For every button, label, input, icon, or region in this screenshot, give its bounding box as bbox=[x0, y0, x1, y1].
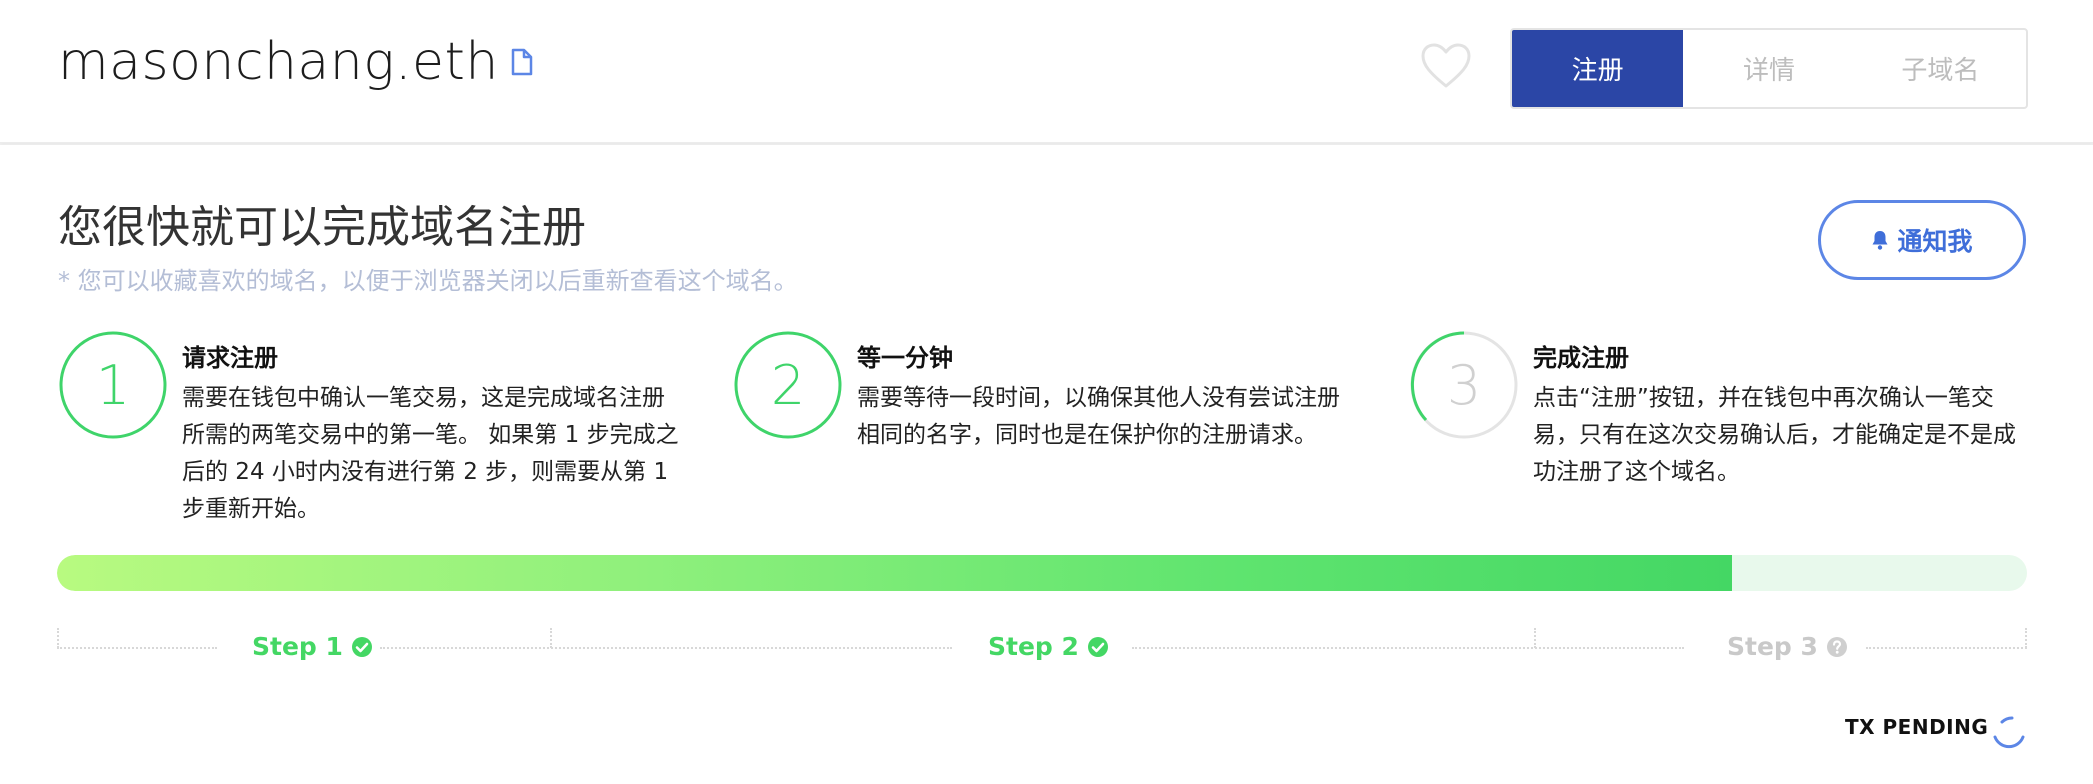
step-3: 3 完成注册 点击“注册”按钮，并在钱包中再次确认一笔交易，只有在这次交易确认后… bbox=[1409, 330, 2049, 530]
step-3-marker: Step 3 bbox=[1727, 632, 1848, 661]
notify-label: 通知我 bbox=[1897, 227, 1973, 256]
tab-details[interactable]: 详情 bbox=[1683, 30, 1854, 107]
dotted-line bbox=[57, 647, 217, 649]
dotted-line bbox=[1866, 647, 2027, 649]
step-2-title: 等一分钟 bbox=[857, 344, 953, 372]
favorite-note: * 您可以收藏喜欢的域名，以便于浏览器关闭以后重新查看这个域名。 bbox=[58, 267, 798, 295]
tab-subdomains[interactable]: 子域名 bbox=[1855, 30, 2026, 107]
tx-status: TX PENDING bbox=[1845, 715, 1989, 739]
step-2-description: 需要等待一段时间，以确保其他人没有尝试注册相同的名字，同时也是在保护你的注册请求… bbox=[857, 385, 1340, 448]
heart-icon[interactable] bbox=[1420, 42, 1472, 90]
tick-step-2 bbox=[1534, 628, 1536, 648]
domain-title: masonchang.eth bbox=[58, 32, 535, 92]
step-3-title: 完成注册 bbox=[1533, 344, 1629, 372]
dotted-line bbox=[1132, 647, 1684, 649]
progress-bar bbox=[57, 555, 2027, 591]
step-3-number: 3 bbox=[1446, 353, 1482, 417]
step-1: 1 请求注册 需要在钱包中确认一笔交易，这是完成域名注册所需的两笔交易中的第一笔… bbox=[58, 330, 698, 530]
step-3-marker-label: Step 3 bbox=[1727, 632, 1818, 661]
step-3-description: 点击“注册”按钮，并在钱包中再次确认一笔交易，只有在这次交易确认后，才能确定是不… bbox=[1533, 385, 2016, 485]
step-2-number: 2 bbox=[770, 353, 806, 417]
step-1-number: 1 bbox=[95, 353, 131, 417]
tick-end bbox=[2025, 628, 2027, 648]
step-1-title: 请求注册 bbox=[182, 344, 278, 372]
header: masonchang.eth 注册 详情 子域名 bbox=[0, 0, 2093, 143]
document-icon[interactable] bbox=[509, 47, 535, 77]
tab-group: 注册 详情 子域名 bbox=[1510, 28, 2028, 109]
page-title: 您很快就可以完成域名注册 bbox=[58, 202, 586, 253]
check-circle-icon bbox=[1087, 636, 1108, 657]
bell-icon bbox=[1872, 231, 1888, 250]
dotted-line bbox=[380, 647, 952, 649]
registration-panel: 您很快就可以完成域名注册 * 您可以收藏喜欢的域名，以便于浏览器关闭以后重新查看… bbox=[0, 145, 2093, 784]
step-1-marker: Step 1 bbox=[252, 632, 373, 661]
step-2: 2 等一分钟 需要等待一段时间，以确保其他人没有尝试注册相同的名字，同时也是在保… bbox=[733, 330, 1373, 530]
step-2-marker-label: Step 2 bbox=[988, 632, 1079, 661]
step-2-marker: Step 2 bbox=[988, 632, 1109, 661]
step-1-description: 需要在钱包中确认一笔交易，这是完成域名注册所需的两笔交易中的第一笔。 如果第 1… bbox=[182, 385, 679, 522]
tick-step-1 bbox=[550, 628, 552, 648]
check-circle-icon bbox=[351, 636, 372, 657]
notify-button[interactable]: 通知我 bbox=[1818, 200, 2026, 280]
domain-name: masonchang.eth bbox=[58, 32, 499, 92]
tab-register[interactable]: 注册 bbox=[1512, 30, 1684, 107]
progress-fill bbox=[57, 555, 1732, 591]
step-1-marker-label: Step 1 bbox=[252, 632, 343, 661]
question-circle-icon bbox=[1826, 636, 1847, 657]
spinner-icon bbox=[1993, 716, 2025, 749]
tick-start bbox=[57, 628, 59, 648]
